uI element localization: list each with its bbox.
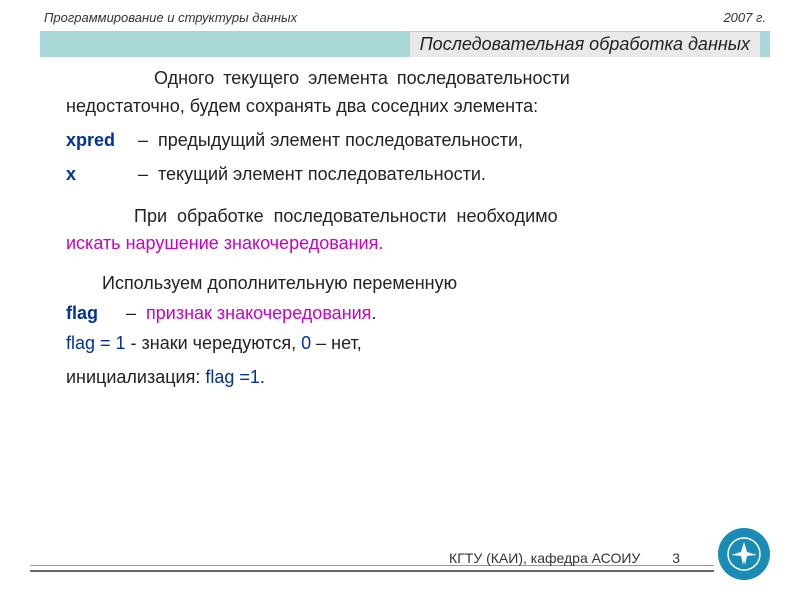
flag-zero: 0 xyxy=(301,333,311,353)
para2-highlight: искать нарушение знакочередования. xyxy=(66,230,746,258)
var-flag: flag xyxy=(66,300,126,328)
dash: – xyxy=(126,300,146,328)
subtitle-bar: Последовательная обработка данных xyxy=(40,31,770,57)
flag-row: flag – признак знакочередования. xyxy=(66,300,746,328)
slide-header: Программирование и структуры данных 2007… xyxy=(40,10,770,27)
var-x-desc: текущий элемент последовательности. xyxy=(158,161,746,189)
page-number: 3 xyxy=(672,550,680,566)
flag-init: инициализация: flag =1. xyxy=(66,364,746,392)
slide-footer: КГТУ (КАИ), кафедра АСОИУ 3 xyxy=(40,530,770,580)
init-label: инициализация: xyxy=(66,367,205,387)
year: 2007 г. xyxy=(723,10,766,25)
flag-desc: признак знакочередования. xyxy=(146,300,746,328)
var-xpred-desc: предыдущий элемент последовательности, xyxy=(158,127,746,155)
flag-text-1: - знаки чередуются, xyxy=(126,333,302,353)
var-x: x xyxy=(66,161,138,189)
var-x-row: x – текущий элемент последовательности. xyxy=(66,161,746,189)
course-title: Программирование и структуры данных xyxy=(44,10,297,25)
flag-eq-1: flag = 1 xyxy=(66,333,126,353)
para2: При обработке последовательности необход… xyxy=(66,203,746,231)
para3: Используем дополнительную переменную xyxy=(66,270,746,298)
subtitle: Последовательная обработка данных xyxy=(410,32,760,57)
para1-line2: недостаточно, будем сохранять два соседн… xyxy=(66,93,746,121)
var-xpred-row: xpred – предыдущий элемент последователь… xyxy=(66,127,746,155)
para1-line1: Одного текущего элемента последовательно… xyxy=(66,65,746,93)
slide-body: Одного текущего элемента последовательно… xyxy=(40,57,770,392)
var-xpred: xpred xyxy=(66,127,138,155)
flag-desc-dot: . xyxy=(371,303,376,323)
flag-values: flag = 1 - знаки чередуются, 0 – нет, xyxy=(66,330,746,358)
flag-desc-text: признак знакочередования xyxy=(146,303,371,323)
airplane-logo-icon xyxy=(718,528,770,580)
flag-text-2: – нет, xyxy=(311,333,362,353)
dash: – xyxy=(138,127,158,155)
init-value: flag =1 xyxy=(205,367,260,387)
footer-text: КГТУ (КАИ), кафедра АСОИУ 3 xyxy=(449,550,680,566)
dash: – xyxy=(138,161,158,189)
footer-org: КГТУ (КАИ), кафедра АСОИУ xyxy=(449,550,640,566)
init-dot: . xyxy=(260,367,265,387)
